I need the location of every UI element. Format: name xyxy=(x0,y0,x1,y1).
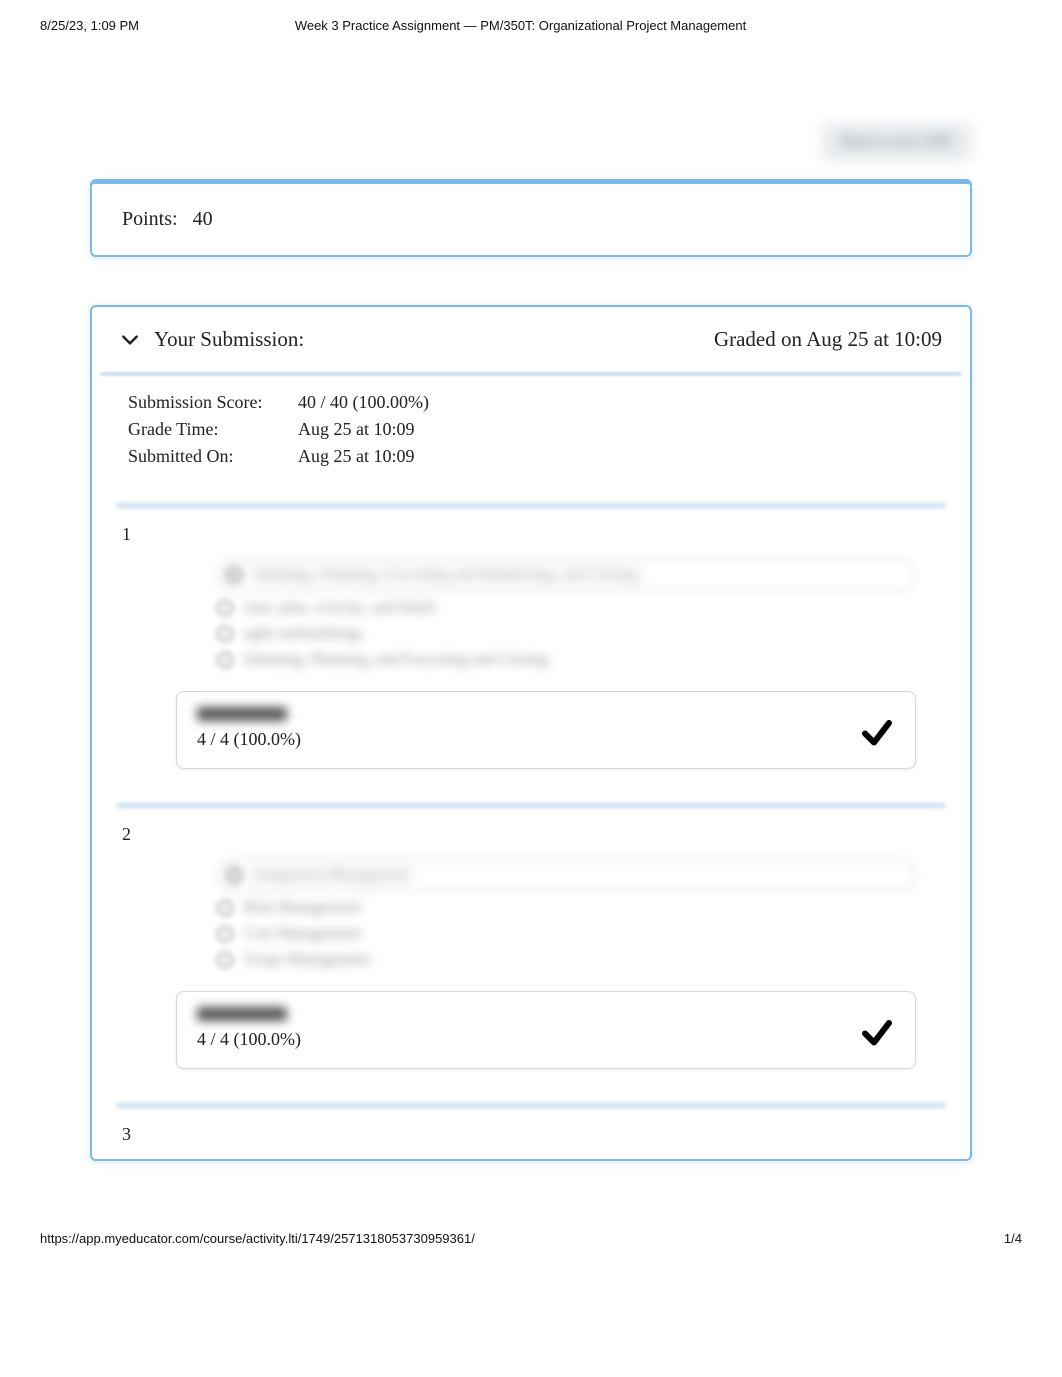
question-score: 4 / 4 (100.0%) xyxy=(197,729,859,750)
feedback-box: Feedback 4 / 4 (100.0%) xyxy=(176,991,916,1069)
answer-text: Scope Management xyxy=(244,951,371,969)
points-value: 40 xyxy=(193,208,213,230)
answer-option[interactable]: Initiating, Planning, and Executing and … xyxy=(216,647,916,673)
check-icon xyxy=(859,714,895,750)
question-score: 4 / 4 (100.0%) xyxy=(197,1029,859,1050)
submission-header[interactable]: Your Submission: Graded on Aug 25 at 10:… xyxy=(92,307,970,372)
submitted-on-value: Aug 25 at 10:09 xyxy=(298,446,415,467)
answer-text: Risk Management xyxy=(244,899,361,917)
submitted-on-label: Submitted On: xyxy=(128,446,298,467)
radio-icon xyxy=(216,925,234,943)
radio-icon xyxy=(216,599,234,617)
divider xyxy=(116,503,946,508)
answer-text: Initiating, Planning, and Executing and … xyxy=(244,651,548,669)
grade-time-label: Grade Time: xyxy=(128,419,298,440)
feedback-label: Feedback xyxy=(197,1007,287,1021)
print-page-number: 1/4 xyxy=(1004,1231,1022,1246)
submission-score-value: 40 / 40 (100.00%) xyxy=(298,392,429,413)
answer-text: Initiating, Planning, Executing and Moni… xyxy=(253,566,638,584)
divider xyxy=(116,803,946,808)
divider xyxy=(100,372,962,376)
answer-text: agile methodology xyxy=(244,625,364,643)
feedback-label: Feedback xyxy=(197,707,287,721)
answer-option[interactable]: Cost Management xyxy=(216,921,916,947)
answer-option[interactable]: start, plan, execute, and finish xyxy=(216,595,916,621)
submission-title: Your Submission: xyxy=(154,327,304,352)
back-to-lms-button[interactable]: Back to my LMS xyxy=(821,123,972,161)
print-timestamp: 8/25/23, 1:09 PM xyxy=(40,18,139,33)
print-footer: https://app.myeducator.com/course/activi… xyxy=(0,1201,1062,1264)
question-block: 1 Initiating, Planning, Executing and Mo… xyxy=(92,518,970,795)
question-number: 2 xyxy=(116,818,946,855)
print-header: 8/25/23, 1:09 PM Week 3 Practice Assignm… xyxy=(0,0,1062,33)
points-label: Points: xyxy=(122,208,178,230)
radio-icon xyxy=(216,651,234,669)
answer-option[interactable]: Scope Management xyxy=(216,947,916,973)
feedback-box: Feedback 4 / 4 (100.0%) xyxy=(176,691,916,769)
radio-icon xyxy=(216,625,234,643)
radio-icon xyxy=(216,899,234,917)
answer-option[interactable]: Risk Management xyxy=(216,895,916,921)
radio-icon xyxy=(225,566,243,584)
divider xyxy=(116,1103,946,1108)
answer-text: Cost Management xyxy=(244,925,361,943)
print-title: Week 3 Practice Assignment — PM/350T: Or… xyxy=(139,18,902,33)
answer-text: Integration Management xyxy=(253,866,411,884)
answer-option-selected[interactable]: Integration Management xyxy=(216,859,916,891)
submission-meta: Submission Score: 40 / 40 (100.00%) Grad… xyxy=(92,376,970,495)
check-icon xyxy=(859,1014,895,1050)
question-block: 2 Integration Management Risk Management xyxy=(92,818,970,1095)
graded-on-text: Graded on Aug 25 at 10:09 xyxy=(714,327,942,352)
print-url: https://app.myeducator.com/course/activi… xyxy=(40,1231,475,1246)
question-number: 1 xyxy=(116,518,946,555)
submission-score-label: Submission Score: xyxy=(128,392,298,413)
question-block: 3 xyxy=(92,1118,970,1159)
answer-option-selected[interactable]: Initiating, Planning, Executing and Moni… xyxy=(216,559,916,591)
question-number: 3 xyxy=(116,1118,946,1155)
answer-options: Integration Management Risk Management C… xyxy=(216,855,916,973)
answer-text: start, plan, execute, and finish xyxy=(244,599,436,617)
points-card: Points: 40 xyxy=(90,179,972,257)
chevron-down-icon[interactable] xyxy=(120,330,140,350)
answer-options: Initiating, Planning, Executing and Moni… xyxy=(216,555,916,673)
radio-icon xyxy=(225,866,243,884)
submission-card: Your Submission: Graded on Aug 25 at 10:… xyxy=(90,305,972,1161)
answer-option[interactable]: agile methodology xyxy=(216,621,916,647)
grade-time-value: Aug 25 at 10:09 xyxy=(298,419,415,440)
radio-icon xyxy=(216,951,234,969)
